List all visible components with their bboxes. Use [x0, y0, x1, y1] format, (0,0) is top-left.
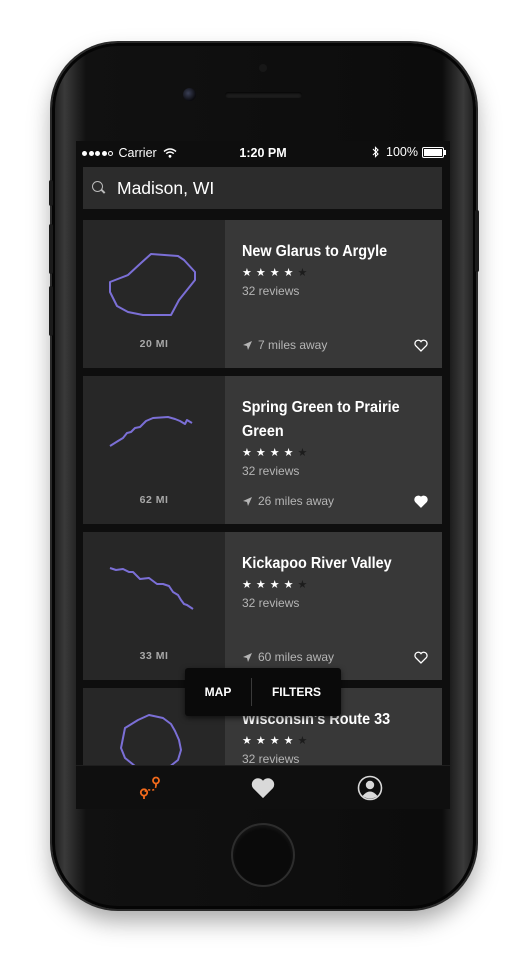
- distance-away: 26 miles away: [242, 494, 334, 508]
- map-filters-toggle: MAP FILTERS: [185, 668, 341, 716]
- star-rating: ★★★★★: [242, 267, 312, 279]
- route-map-thumbnail: 20 MI: [83, 220, 225, 368]
- favorite-heart-icon[interactable]: [414, 339, 428, 352]
- search-bar[interactable]: [83, 167, 442, 209]
- review-count: 32 reviews: [242, 596, 300, 610]
- volume-down-button: [49, 286, 53, 336]
- route-map-thumbnail: 33 MI: [83, 532, 225, 680]
- map-button[interactable]: MAP: [185, 668, 251, 716]
- route-title: New Glarus to Argyle: [242, 243, 388, 260]
- location-arrow-icon: [243, 496, 252, 506]
- route-path: [109, 416, 193, 447]
- filters-button[interactable]: FILTERS: [252, 668, 341, 716]
- search-icon: [92, 181, 103, 192]
- route-map-thumbnail: 62 MI: [83, 376, 225, 524]
- star-rating: ★★★★★: [242, 735, 312, 747]
- star-rating: ★★★★★: [242, 579, 312, 591]
- tab-profile[interactable]: [308, 766, 432, 809]
- route-card[interactable]: 33 MI Kickapoo River Valley ★★★★★ 32 rev…: [83, 532, 442, 680]
- heart-icon: [251, 778, 275, 799]
- front-camera: [183, 88, 196, 101]
- app-screen: Carrier 1:20 PM 100% 20 MI New Gla: [76, 141, 450, 809]
- home-button[interactable]: [233, 825, 293, 885]
- distance-away: 60 miles away: [242, 650, 334, 664]
- route-title: Spring Green to Prairie Green: [242, 399, 400, 440]
- route-path: [109, 567, 194, 610]
- tab-bar: [76, 765, 450, 809]
- proximity-sensor: [259, 64, 267, 72]
- tab-routes[interactable]: [88, 766, 212, 809]
- profile-icon: [357, 775, 383, 801]
- volume-up-button: [49, 224, 53, 274]
- route-length: 33 MI: [139, 650, 169, 662]
- tab-favorites[interactable]: [201, 766, 325, 809]
- review-count: 32 reviews: [242, 464, 300, 478]
- star-rating: ★★★★★: [242, 447, 312, 459]
- route-card[interactable]: 62 MI Spring Green to Prairie Green ★★★★…: [83, 376, 442, 524]
- status-right: 100%: [372, 145, 446, 159]
- earpiece-speaker: [225, 92, 302, 98]
- route-length: 62 MI: [139, 494, 169, 506]
- route-card[interactable]: 20 MI New Glarus to Argyle ★★★★★ 32 revi…: [83, 220, 442, 368]
- distance-away: 7 miles away: [242, 338, 327, 352]
- battery-percent: 100%: [386, 145, 418, 159]
- search-input[interactable]: [117, 177, 427, 199]
- favorite-heart-icon[interactable]: [414, 651, 428, 664]
- location-arrow-icon: [243, 340, 252, 350]
- status-bar: Carrier 1:20 PM 100%: [76, 141, 450, 164]
- favorite-heart-icon[interactable]: [414, 495, 428, 508]
- review-count: 32 reviews: [242, 284, 300, 298]
- bluetooth-icon: [372, 146, 379, 158]
- location-arrow-icon: [243, 652, 252, 662]
- route-path: [109, 253, 196, 316]
- route-title: Kickapoo River Valley: [242, 555, 392, 572]
- route-icon: [139, 776, 160, 799]
- battery-icon: [422, 146, 446, 158]
- power-button: [475, 210, 479, 272]
- mute-switch: [49, 180, 53, 206]
- route-length: 20 MI: [139, 338, 169, 350]
- review-count: 32 reviews: [242, 752, 300, 766]
- route-path: [120, 714, 182, 771]
